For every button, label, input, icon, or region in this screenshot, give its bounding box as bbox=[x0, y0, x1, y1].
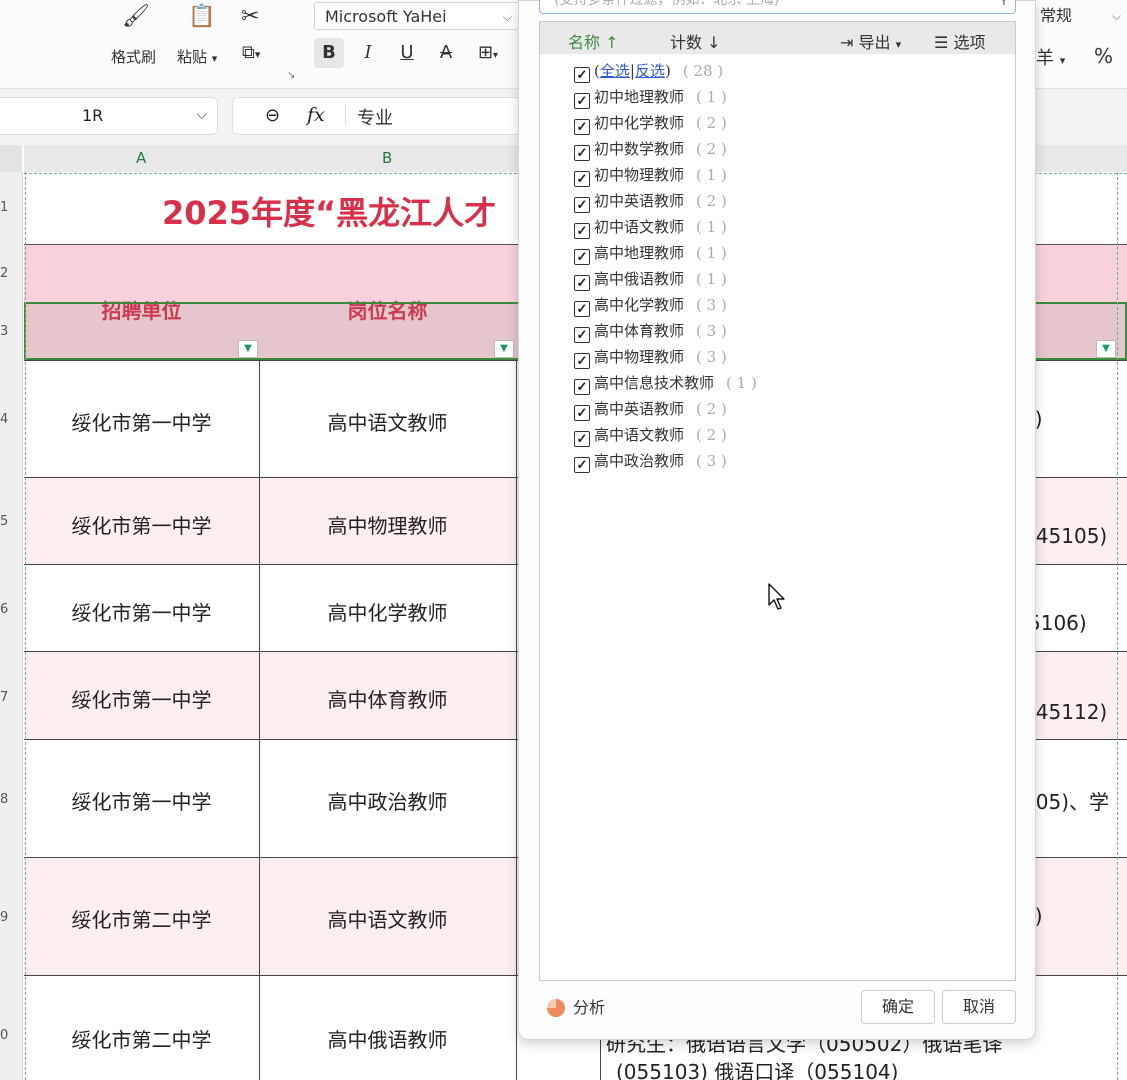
checkbox[interactable]: ✓ bbox=[574, 405, 590, 421]
strikethrough-button[interactable]: A bbox=[431, 38, 461, 68]
print-area-boundary bbox=[25, 172, 26, 1080]
filter-list-item[interactable]: ✓ 高中英语教师( 2 ) bbox=[574, 398, 727, 421]
filter-list[interactable]: 名称 ↑ 计数 ↓ ⇥ 导出 ▾ ☰ 选项 ✓ (全选|反选)( 28 ) ✓ 初中… bbox=[539, 21, 1016, 981]
major-text-line-2: (055103) 俄语口译（055104) bbox=[616, 1060, 899, 1080]
filter-dropdown-button-a[interactable]: ▼ bbox=[238, 340, 258, 358]
invert-selection-link[interactable]: 反选 bbox=[635, 62, 665, 80]
formula-content: 专业 bbox=[357, 108, 393, 129]
checkbox[interactable]: ✓ bbox=[574, 249, 590, 265]
row-header-2[interactable]: 2 bbox=[0, 266, 8, 281]
row-headers: 1 2 3 4 5 6 7 8 9 0 bbox=[0, 172, 23, 1080]
filter-list-header: 名称 ↑ 计数 ↓ ⇥ 导出 ▾ ☰ 选项 bbox=[540, 22, 1015, 54]
filter-list-item[interactable]: ✓ 高中信息技术教师( 1 ) bbox=[574, 372, 757, 395]
checkbox[interactable]: ✓ bbox=[574, 301, 590, 317]
export-button[interactable]: ⇥ 导出 ▾ bbox=[840, 29, 901, 53]
filter-popup: (支持多条件过滤，例如：北京 上海) ⚲ 名称 ↑ 计数 ↓ ⇥ 导出 ▾ ☰ … bbox=[518, 0, 1036, 1040]
arrow-down-icon: ↓ bbox=[707, 33, 721, 52]
filter-select-all-row: ✓ (全选|反选)( 28 ) bbox=[574, 60, 723, 83]
filter-list-item[interactable]: ✓ 高中化学教师( 3 ) bbox=[574, 294, 727, 317]
filter-list-item[interactable]: ✓ 高中语文教师( 2 ) bbox=[574, 424, 727, 447]
filter-list-item[interactable]: ✓ 高中物理教师( 3 ) bbox=[574, 346, 727, 369]
divider bbox=[345, 104, 346, 126]
row-header-8[interactable]: 8 bbox=[0, 792, 8, 807]
search-icon[interactable]: ⚲ bbox=[999, 0, 1009, 7]
row-header-7[interactable]: 7 bbox=[0, 690, 8, 705]
checkbox-select-all[interactable]: ✓ bbox=[574, 67, 590, 83]
filter-list-item[interactable]: ✓ 初中物理教师( 1 ) bbox=[574, 164, 727, 187]
bold-button[interactable]: B bbox=[314, 38, 344, 68]
copy-icon[interactable]: ⧉▾ bbox=[242, 42, 260, 63]
checkbox[interactable]: ✓ bbox=[574, 223, 590, 239]
row-header-1[interactable]: 1 bbox=[0, 200, 8, 215]
filter-list-item[interactable]: ✓ 高中俄语教师( 1 ) bbox=[574, 268, 727, 291]
checkbox[interactable]: ✓ bbox=[574, 457, 590, 473]
row-header-10[interactable]: 0 bbox=[0, 1028, 8, 1043]
checkbox[interactable]: ✓ bbox=[574, 145, 590, 161]
row-header-9[interactable]: 9 bbox=[0, 910, 8, 925]
filter-list-item[interactable]: ✓ 高中政治教师( 3 ) bbox=[574, 450, 727, 473]
underline-button[interactable]: U bbox=[392, 38, 422, 68]
number-format-select[interactable]: 常规 ⌵ bbox=[1032, 2, 1127, 30]
checkbox[interactable]: ✓ bbox=[574, 379, 590, 395]
filter-search-input[interactable]: (支持多条件过滤，例如：北京 上海) ⚲ bbox=[539, 0, 1016, 14]
analyze-button[interactable]: 分析 bbox=[547, 994, 605, 1018]
cancel-button[interactable]: 取消 bbox=[942, 990, 1016, 1024]
checkbox[interactable]: ✓ bbox=[574, 275, 590, 291]
italic-button[interactable]: I bbox=[353, 38, 383, 68]
font-name-select[interactable]: Microsoft YaHei ⌵ bbox=[314, 2, 519, 30]
fx-icon[interactable]: fx bbox=[307, 104, 325, 126]
filter-list-item[interactable]: ✓ 初中英语教师( 2 ) bbox=[574, 190, 727, 213]
filter-list-item[interactable]: ✓ 高中体育教师( 3 ) bbox=[574, 320, 727, 343]
percent-format-button[interactable]: % bbox=[1094, 44, 1113, 68]
checkbox[interactable]: ✓ bbox=[574, 93, 590, 109]
paste-button[interactable]: 粘贴 ▾ bbox=[177, 46, 217, 67]
row-header-4[interactable]: 4 bbox=[0, 412, 8, 427]
options-button[interactable]: ☰ 选项 bbox=[934, 29, 985, 53]
checkbox[interactable]: ✓ bbox=[574, 431, 590, 447]
currency-format-button[interactable]: 羊 ▾ bbox=[1036, 44, 1065, 70]
format-painter-icon[interactable]: 🖌 bbox=[122, 4, 150, 29]
menu-icon: ☰ bbox=[934, 33, 949, 52]
chevron-down-icon: ⌵ bbox=[502, 10, 512, 24]
row-header-3[interactable]: 3 bbox=[0, 324, 8, 339]
filter-list-item[interactable]: ✓ 初中地理教师( 1 ) bbox=[574, 86, 727, 109]
formula-input[interactable]: ⊖ fx 专业 bbox=[232, 97, 532, 135]
mouse-cursor-icon bbox=[768, 583, 785, 610]
checkbox[interactable]: ✓ bbox=[574, 171, 590, 187]
sort-by-count-button[interactable]: 计数 ↓ bbox=[670, 29, 721, 53]
arrow-up-icon: ↑ bbox=[605, 33, 619, 52]
filter-list-item[interactable]: ✓ 初中化学教师( 2 ) bbox=[574, 112, 727, 135]
sheet-title: 2025年度“黑龙江人才 bbox=[162, 194, 497, 232]
cut-icon[interactable]: ✂ bbox=[241, 4, 259, 29]
format-painter-button[interactable]: 格式刷 bbox=[111, 46, 156, 67]
ok-button[interactable]: 确定 bbox=[861, 990, 935, 1024]
filter-list-item[interactable]: ✓ 初中语文教师( 1 ) bbox=[574, 216, 727, 239]
name-box[interactable]: 1R ⌵ bbox=[0, 97, 218, 135]
filter-dropdown-button-b[interactable]: ▼ bbox=[494, 340, 514, 358]
column-header-b[interactable]: B bbox=[382, 149, 392, 167]
checkbox[interactable]: ✓ bbox=[574, 353, 590, 369]
clipboard-dialog-launcher-icon[interactable]: ↘ bbox=[287, 70, 295, 81]
checkbox[interactable]: ✓ bbox=[574, 197, 590, 213]
chevron-down-icon: ⌵ bbox=[196, 107, 207, 123]
select-all-corner[interactable] bbox=[0, 145, 22, 172]
checkbox[interactable]: ✓ bbox=[574, 327, 590, 343]
row-header-6[interactable]: 6 bbox=[0, 602, 8, 617]
row-header-5[interactable]: 5 bbox=[0, 514, 8, 529]
pie-chart-icon bbox=[547, 999, 565, 1017]
sort-by-name-button[interactable]: 名称 ↑ bbox=[568, 29, 619, 53]
checkbox[interactable]: ✓ bbox=[574, 119, 590, 135]
borders-icon[interactable]: ⊞▾ bbox=[473, 38, 503, 68]
paste-icon[interactable]: 📋 bbox=[188, 4, 215, 29]
print-area-boundary bbox=[1117, 172, 1118, 1080]
zoom-icon[interactable]: ⊖ bbox=[265, 105, 280, 126]
export-icon: ⇥ bbox=[840, 33, 854, 52]
select-all-link[interactable]: 全选 bbox=[600, 62, 630, 80]
filter-list-item[interactable]: ✓ 高中地理教师( 1 ) bbox=[574, 242, 727, 265]
filter-dropdown-button-major[interactable]: ▼ bbox=[1096, 340, 1116, 358]
filter-list-item[interactable]: ✓ 初中数学教师( 2 ) bbox=[574, 138, 727, 161]
column-header-a[interactable]: A bbox=[136, 149, 146, 167]
